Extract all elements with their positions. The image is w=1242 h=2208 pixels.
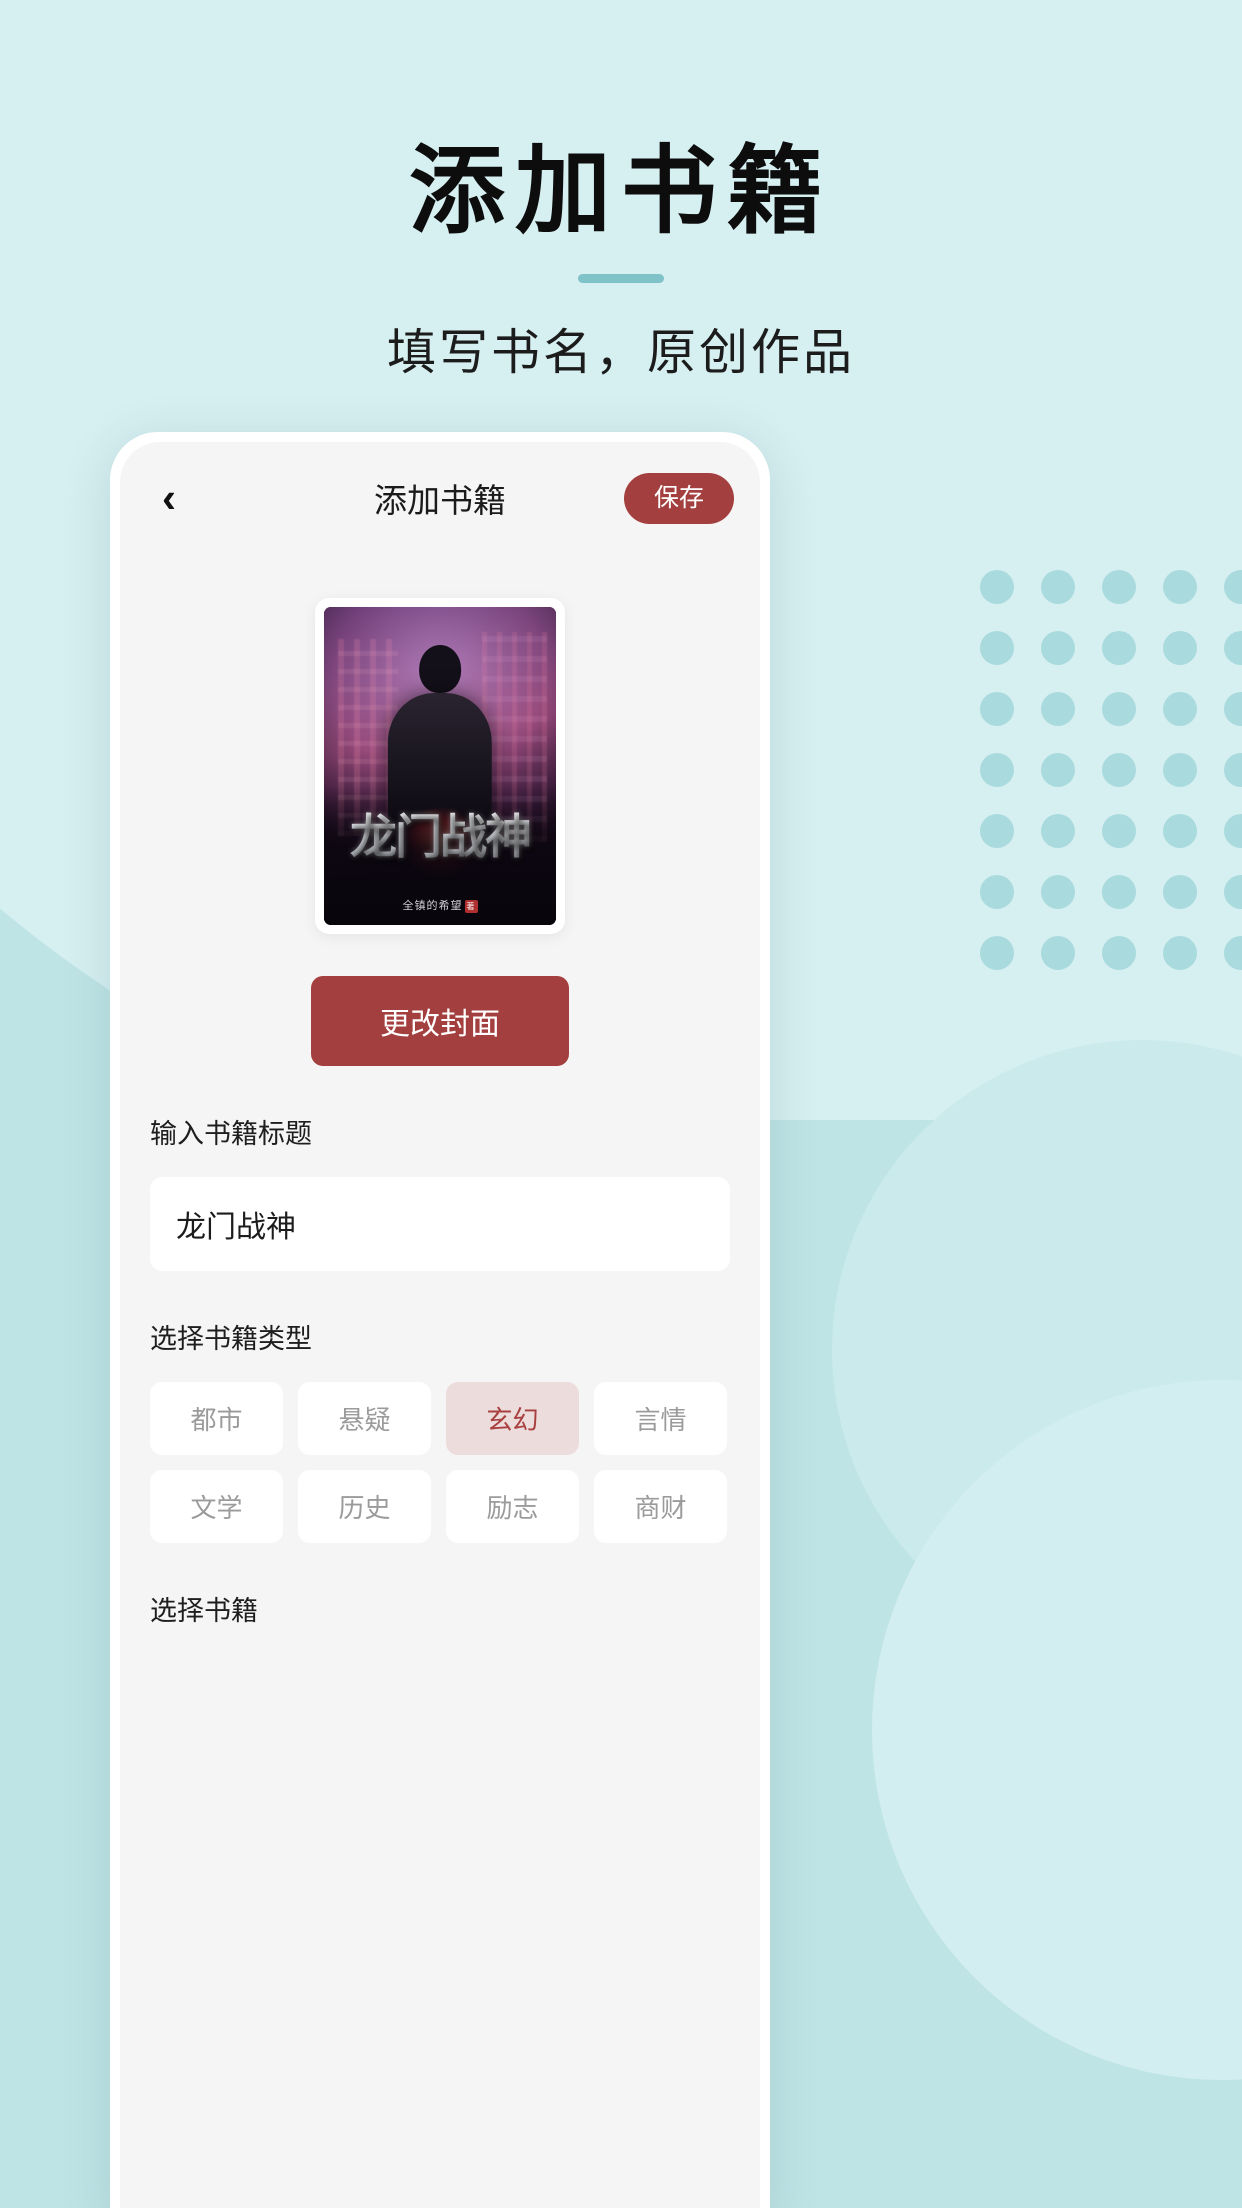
decorative-dot: [980, 753, 1014, 787]
decorative-dot: [1041, 936, 1075, 970]
decorative-dot: [1224, 875, 1242, 909]
decorative-dot: [1163, 875, 1197, 909]
decorative-dot: [1163, 936, 1197, 970]
category-label: 选择书籍类型: [150, 1324, 312, 1354]
cover-title-text: 龙门战神: [324, 798, 556, 867]
change-cover-button[interactable]: 更改封面: [311, 976, 569, 1066]
decorative-dot: [1163, 814, 1197, 848]
decorative-dot: [980, 936, 1014, 970]
decorative-dot: [1224, 631, 1242, 665]
decorative-dot: [980, 875, 1014, 909]
decorative-dot: [1041, 692, 1075, 726]
decorative-dot: [1163, 570, 1197, 604]
decorative-dot: [1041, 875, 1075, 909]
decorative-dot: [980, 570, 1014, 604]
decorative-dot: [1102, 570, 1136, 604]
category-chip[interactable]: 励志: [446, 1470, 579, 1543]
cover-author-line: 全镇的希望著: [324, 897, 556, 913]
decorative-dot: [1102, 631, 1136, 665]
decorative-dot: [1102, 936, 1136, 970]
book-title-label: 输入书籍标题: [150, 1119, 312, 1149]
page-root: 添加书籍 填写书名，原创作品 ‹ 添加书籍 保存 龙门战神 全镇的希望 著 更改…: [0, 0, 1242, 2208]
form-section: 输入书籍标题 选择书籍类型 都市悬疑玄幻言情文学历史励志商财 选择书籍: [120, 1112, 760, 1668]
decorative-dot: [1224, 753, 1242, 787]
select-book-label: 选择书籍: [150, 1596, 258, 1626]
category-chip[interactable]: 历史: [298, 1470, 431, 1543]
category-chip[interactable]: 文学: [150, 1470, 283, 1543]
book-cover-card[interactable]: 龙门战神 全镇的希望著: [315, 598, 565, 934]
decorative-dot: [1041, 570, 1075, 604]
category-chip[interactable]: 都市: [150, 1382, 283, 1455]
decorative-dot: [1102, 875, 1136, 909]
decorative-dot: [1102, 814, 1136, 848]
decorative-dot-grid: [980, 570, 1242, 1010]
decorative-dot: [1102, 692, 1136, 726]
decorative-dot: [980, 631, 1014, 665]
cover-author-seal: 著: [464, 899, 478, 913]
cover-author-name: 全镇的希望: [402, 900, 463, 912]
category-chip[interactable]: 商财: [594, 1470, 727, 1543]
decorative-dot: [1041, 631, 1075, 665]
category-chip[interactable]: 悬疑: [298, 1382, 431, 1455]
decorative-dot: [1041, 753, 1075, 787]
title-divider: [578, 273, 664, 283]
page-subtitle: 填写书名，原创作品: [386, 325, 855, 380]
book-title-input[interactable]: [150, 1177, 730, 1271]
decorative-dot: [1041, 814, 1075, 848]
decorative-dot: [1163, 692, 1197, 726]
decorative-dot: [980, 814, 1014, 848]
category-chip[interactable]: 玄幻: [446, 1382, 579, 1455]
decorative-dot: [980, 692, 1014, 726]
page-title: 添加书籍: [409, 138, 833, 245]
decorative-dot: [1224, 936, 1242, 970]
category-chip[interactable]: 言情: [594, 1382, 727, 1455]
app-screen: ‹ 添加书籍 保存 龙门战神 全镇的希望著 更改封面 输入书籍标题 龙门战神 选…: [120, 442, 760, 2208]
book-cover-image[interactable]: 龙门战神 全镇的希望著: [324, 607, 556, 925]
hero-block: 添加书籍 填写书名，原创作品: [0, 140, 1242, 384]
decorative-dot: [1224, 692, 1242, 726]
decorative-dot: [1163, 753, 1197, 787]
save-button[interactable]: 保存: [623, 472, 734, 524]
app-header: ‹ 添加书籍 保存: [120, 442, 760, 554]
cover-character-head: [419, 645, 461, 693]
decorative-dot: [1224, 570, 1242, 604]
decorative-dot: [1102, 753, 1136, 787]
decorative-dot: [1163, 631, 1197, 665]
decorative-dot: [1224, 814, 1242, 848]
back-chevron-icon[interactable]: ‹: [146, 475, 192, 521]
phone-mockup: ‹ 添加书籍 保存 龙门战神 全镇的希望著 更改封面 输入书籍标题 龙门战神 选…: [110, 432, 770, 2208]
category-chip-group: 都市 悬疑 玄幻 言情文学 历史 励志 商财: [150, 1382, 730, 1543]
